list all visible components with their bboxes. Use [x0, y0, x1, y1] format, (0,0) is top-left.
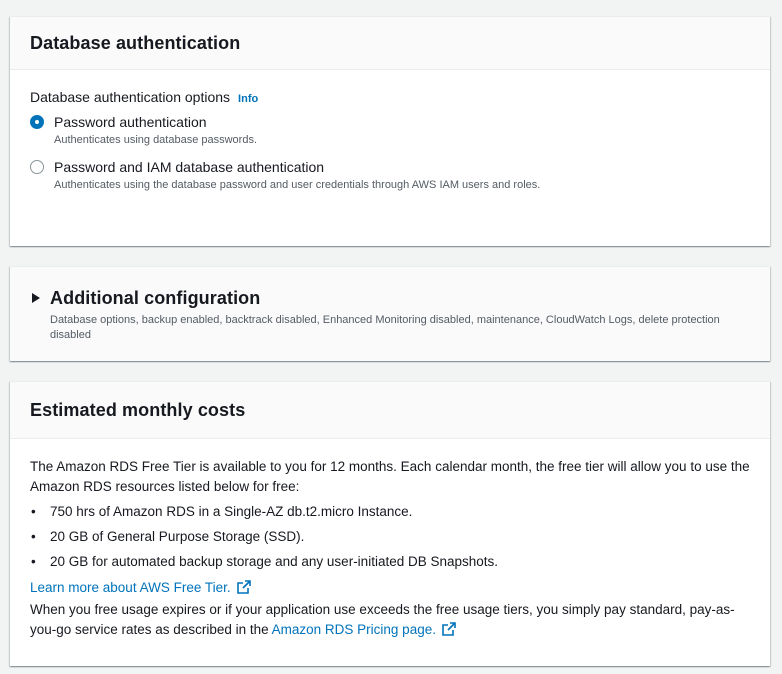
pricing-paragraph: When you free usage expires or if your a…	[30, 600, 750, 640]
additional-configuration-title[interactable]: Additional configuration	[50, 288, 260, 309]
external-link-icon[interactable]	[236, 580, 251, 594]
panel-title: Estimated monthly costs	[30, 399, 246, 420]
panel-header: Estimated monthly costs	[10, 382, 770, 439]
radio-password-iam-auth[interactable]: Password and IAM database authentication…	[30, 158, 574, 193]
info-link[interactable]: Info	[238, 93, 258, 105]
list-item: 750 hrs of Amazon RDS in a Single-AZ db.…	[30, 499, 750, 524]
free-tier-list: 750 hrs of Amazon RDS in a Single-AZ db.…	[30, 499, 750, 574]
estimated-monthly-costs-panel: Estimated monthly costs The Amazon RDS F…	[10, 381, 770, 666]
auth-options-label-text: Database authentication options	[30, 89, 231, 105]
rds-pricing-text[interactable]: Amazon RDS Pricing page.	[272, 622, 436, 637]
panel-title: Database authentication	[30, 32, 241, 53]
radio-description: Authenticates using the database passwor…	[54, 179, 541, 191]
rds-pricing-link[interactable]: Amazon RDS Pricing page.	[272, 622, 456, 637]
panel-header: Database authentication	[10, 17, 770, 70]
caret-right-icon[interactable]	[32, 293, 40, 303]
radio-title: Password authentication	[54, 114, 207, 130]
list-item: 20 GB of General Purpose Storage (SSD).	[30, 524, 750, 549]
radio-unselected[interactable]	[30, 160, 44, 174]
radio-password-auth[interactable]: Password authentication Authenticates us…	[30, 113, 574, 148]
radio-selected[interactable]	[30, 115, 44, 129]
free-tier-intro: The Amazon RDS Free Tier is available to…	[30, 459, 750, 494]
additional-configuration-panel[interactable]: Additional configuration Database option…	[10, 266, 770, 361]
radio-description: Authenticates using database passwords.	[54, 134, 258, 146]
learn-more-free-tier-link[interactable]: Learn more about AWS Free Tier.	[30, 580, 251, 595]
radio-title: Password and IAM database authentication	[54, 159, 325, 175]
auth-options-label: Database authentication options Info	[30, 89, 258, 105]
learn-more-text[interactable]: Learn more about AWS Free Tier.	[30, 580, 231, 595]
additional-configuration-description: Database options, backup enabled, backtr…	[50, 314, 720, 341]
list-item: 20 GB for automated backup storage and a…	[30, 549, 750, 574]
database-authentication-panel: Database authentication Database authent…	[10, 16, 770, 246]
external-link-icon[interactable]	[442, 622, 456, 636]
